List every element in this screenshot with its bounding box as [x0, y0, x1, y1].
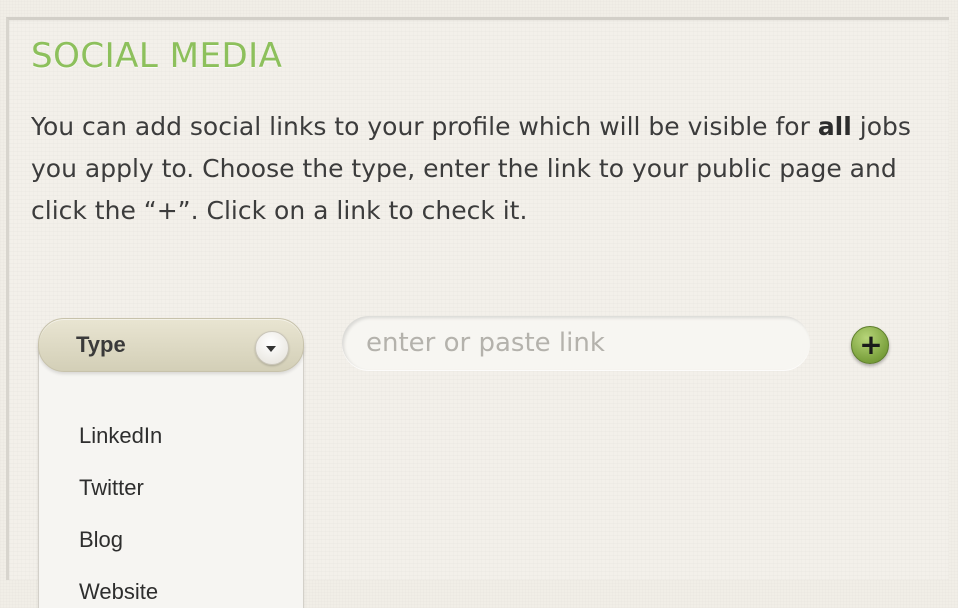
dropdown-option-twitter[interactable]: Twitter	[79, 475, 162, 527]
add-link-button[interactable]: +	[851, 326, 889, 364]
chevron-down-icon[interactable]	[255, 331, 289, 365]
section-description: You can add social links to your profile…	[31, 106, 911, 232]
dropdown-option-website[interactable]: Website	[79, 579, 162, 608]
dropdown-option-blog[interactable]: Blog	[79, 527, 162, 579]
type-select-label: Type	[76, 332, 126, 357]
section-title: SOCIAL MEDIA	[31, 36, 283, 76]
type-select[interactable]: Type LinkedIn Twitter Blog Website	[38, 318, 304, 608]
description-text-1: You can add social links to your profile…	[31, 112, 818, 141]
dropdown-option-linkedin[interactable]: LinkedIn	[79, 423, 162, 475]
plus-icon: +	[859, 328, 883, 361]
link-input[interactable]	[342, 316, 810, 370]
page: SOCIAL MEDIA You can add social links to…	[0, 0, 958, 608]
type-dropdown-menu: LinkedIn Twitter Blog Website	[38, 344, 304, 608]
description-bold: all	[817, 112, 852, 141]
type-select-head[interactable]: Type	[38, 318, 304, 372]
